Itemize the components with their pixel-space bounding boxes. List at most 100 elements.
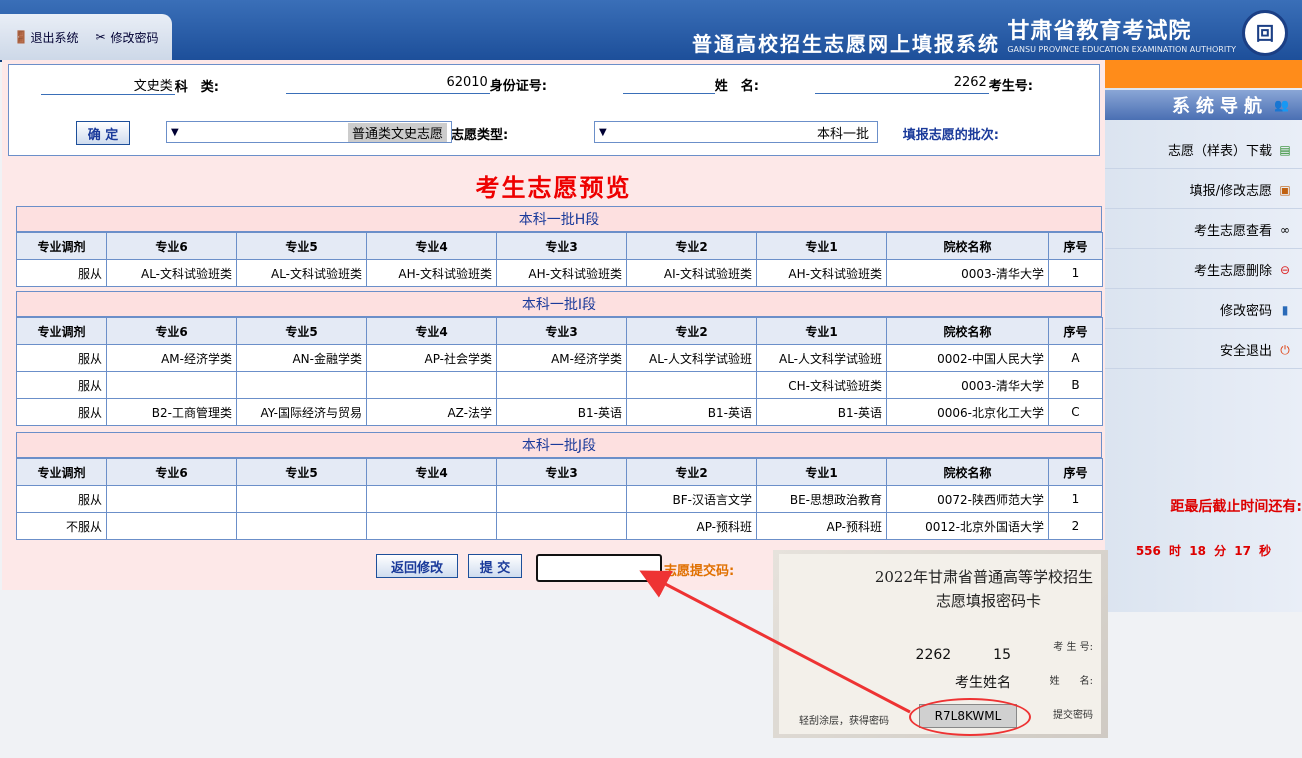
subject-field: 文史类科 类: xyxy=(40,75,219,95)
preview-title: 考生志愿预览 xyxy=(475,174,632,202)
column-header: 专业3 xyxy=(496,232,627,260)
table-cell xyxy=(626,371,757,399)
table-cell xyxy=(236,512,367,540)
sidebar-item-download[interactable]: 志愿（样表）下载 ▤ xyxy=(1105,131,1302,169)
volunteer-type-select-value: 普通类文史志愿 xyxy=(347,122,447,142)
column-header: 专业2 xyxy=(626,317,757,345)
download-icon: ▤ xyxy=(1279,142,1291,157)
batch-label: 填报志愿的批次: xyxy=(902,128,999,143)
table-cell: 2 xyxy=(1048,512,1103,540)
highlight-ring xyxy=(909,698,1031,736)
table-cell: 1 xyxy=(1048,485,1103,513)
back-modify-button[interactable]: 返回修改 xyxy=(376,554,458,578)
table-cell: AL-文科试验班类 xyxy=(236,259,367,287)
table-cell: 服从 xyxy=(16,371,107,399)
column-header: 专业1 xyxy=(756,232,887,260)
submit-code-input[interactable] xyxy=(536,554,662,582)
column-header: 专业4 xyxy=(366,458,497,486)
table-cell: 服从 xyxy=(16,398,107,426)
table-cell: AP-预科班 xyxy=(626,512,757,540)
table-cell xyxy=(366,371,497,399)
subject-value: 文史类 xyxy=(40,75,175,95)
column-header: 专业调剂 xyxy=(16,232,107,260)
logo-subtitle: GANSU PROVINCE EDUCATION EXAMINATION AUT… xyxy=(1007,44,1236,54)
table-cell xyxy=(236,485,367,513)
column-header: 院校名称 xyxy=(886,232,1049,260)
column-header: 专业1 xyxy=(756,317,887,345)
table-cell xyxy=(106,371,237,399)
volunteer-type-label: 志愿类型: xyxy=(451,128,509,143)
table-cell: B1-英语 xyxy=(756,398,887,426)
table-row: 服从 AL-文科试验班类 AL-文科试验班类 AH-文科试验班类 AH-文科试验班类 AI… xyxy=(16,259,1103,287)
password-card: 2022年甘肃省普通高等学校招生 志愿填报密码卡 考 生 号: 2262 15 … xyxy=(779,554,1101,736)
logo: 甘肃省教育考试院 GANSU PROVINCE EDUCATION EXAMIN… xyxy=(1007,10,1288,56)
volunteer-type-select[interactable]: ▼ 普通类文史志愿 xyxy=(166,121,452,143)
table-row: 服从 BF-汉语言文学 BE-思想政治教育 0072-陕西师范大学 1 xyxy=(16,485,1103,513)
column-header: 专业6 xyxy=(106,232,237,260)
table-cell: B1-英语 xyxy=(626,398,757,426)
change-password-label: 修改密码 xyxy=(110,30,159,45)
table-cell: AM-经济学类 xyxy=(496,344,627,372)
card-note: 轻刮涂层，获得密码 xyxy=(799,716,889,727)
column-header: 院校名称 xyxy=(886,317,1049,345)
table-cell: 服从 xyxy=(16,485,107,513)
users-icon: 👥 xyxy=(1274,98,1295,112)
table-cell: AL-人文科学试验班 xyxy=(626,344,757,372)
tools-icon: ✂ xyxy=(95,30,106,44)
column-header: 专业2 xyxy=(626,232,757,260)
card-title-line1: 2022年甘肃省普通高等学校招生 xyxy=(874,568,1093,586)
countdown-timer: 556 时 18 分 17 秒 xyxy=(1135,544,1272,558)
table-cell xyxy=(496,371,627,399)
table-row: 服从 AM-经济学类 AN-金融学类 AP-社会学类 AM-经济学类 AL-人文科学试验班… xyxy=(16,344,1103,372)
notebook-icon: ▮ xyxy=(1281,302,1289,317)
column-header: 专业3 xyxy=(496,458,627,486)
column-header: 专业4 xyxy=(366,317,497,345)
logout-link[interactable]: 🚪 退出系统 xyxy=(13,29,78,46)
deadline-label: 距最后截止时间还有: xyxy=(1170,499,1302,515)
table-cell: AP-预科班 xyxy=(756,512,887,540)
sidebar-item-label: 志愿（样表）下载 xyxy=(1167,144,1272,159)
sidebar-item-change-password[interactable]: 修改密码 ▮ xyxy=(1105,291,1302,329)
change-password-link[interactable]: ✂ 修改密码 xyxy=(93,29,158,46)
card-exam-number-label: 考 生 号: xyxy=(1053,642,1093,653)
column-header: 序号 xyxy=(1048,232,1103,260)
column-header: 专业4 xyxy=(366,232,497,260)
table-cell: 0072-陕西师范大学 xyxy=(886,485,1049,513)
nav-header: 系统导航 👥 xyxy=(1105,90,1302,120)
group-title: 本科一批I段 xyxy=(16,291,1102,317)
system-title: 普通高校招生志愿网上填报系统 xyxy=(692,32,1000,56)
student-info-box: 2262 考生号: 姓 名: 62010 身份证号: 文史类科 类: 填报志愿的批次… xyxy=(8,64,1100,156)
group-title: 本科一批J段 xyxy=(16,432,1102,458)
sidebar-item-delete[interactable]: 考生志愿删除 ⊖ xyxy=(1105,251,1302,289)
sidebar-item-logout[interactable]: 安全退出 ⏻ xyxy=(1105,331,1302,369)
card-exam-number: 2262 15 xyxy=(915,647,1011,663)
sidebar-item-label: 考生志愿删除 xyxy=(1193,264,1272,279)
table-cell: AZ-法学 xyxy=(366,398,497,426)
sidebar-item-label: 填报/修改志愿 xyxy=(1189,184,1272,199)
column-header: 专业1 xyxy=(756,458,887,486)
table-cell: 0003-清华大学 xyxy=(886,259,1049,287)
table-cell: AP-社会学类 xyxy=(366,344,497,372)
volunteer-table: 专业调剂 专业6 专业5 专业4 专业3 专业2 专业1 院校名称 序号 服从 AM-经济学类 AN-… xyxy=(16,317,1103,426)
table-cell: 服从 xyxy=(16,259,107,287)
column-header: 序号 xyxy=(1048,458,1103,486)
confirm-button[interactable]: 确 定 xyxy=(76,121,130,145)
sidebar-top-bar xyxy=(1105,60,1302,88)
top-links: 🚪 退出系统 ✂ 修改密码 xyxy=(0,14,172,60)
name-field: 姓 名: xyxy=(622,75,759,94)
table-cell xyxy=(106,512,237,540)
column-header: 专业调剂 xyxy=(16,317,107,345)
table-cell xyxy=(366,485,497,513)
sidebar-item-view[interactable]: 考生志愿查看 ∞ xyxy=(1105,211,1302,249)
table-cell: AL-人文科学试验班 xyxy=(756,344,887,372)
table-cell: AI-文科试验班类 xyxy=(626,259,757,287)
table-cell: 不服从 xyxy=(16,512,107,540)
volunteer-group: 本科一批I段 专业调剂 专业6 专业5 专业4 专业3 专业2 专业1 院校名称 序号 服从 AM-经… xyxy=(16,291,1103,426)
submit-button[interactable]: 提 交 xyxy=(468,554,522,578)
sidebar-item-fill[interactable]: 填报/修改志愿 ▣ xyxy=(1105,171,1302,209)
group-title: 本科一批H段 xyxy=(16,206,1102,232)
exam-number-field: 2262 考生号: xyxy=(814,75,1033,94)
batch-select[interactable]: ▼ 本科一批 xyxy=(594,121,878,143)
table-cell: A xyxy=(1048,344,1103,372)
table-cell: 服从 xyxy=(16,344,107,372)
